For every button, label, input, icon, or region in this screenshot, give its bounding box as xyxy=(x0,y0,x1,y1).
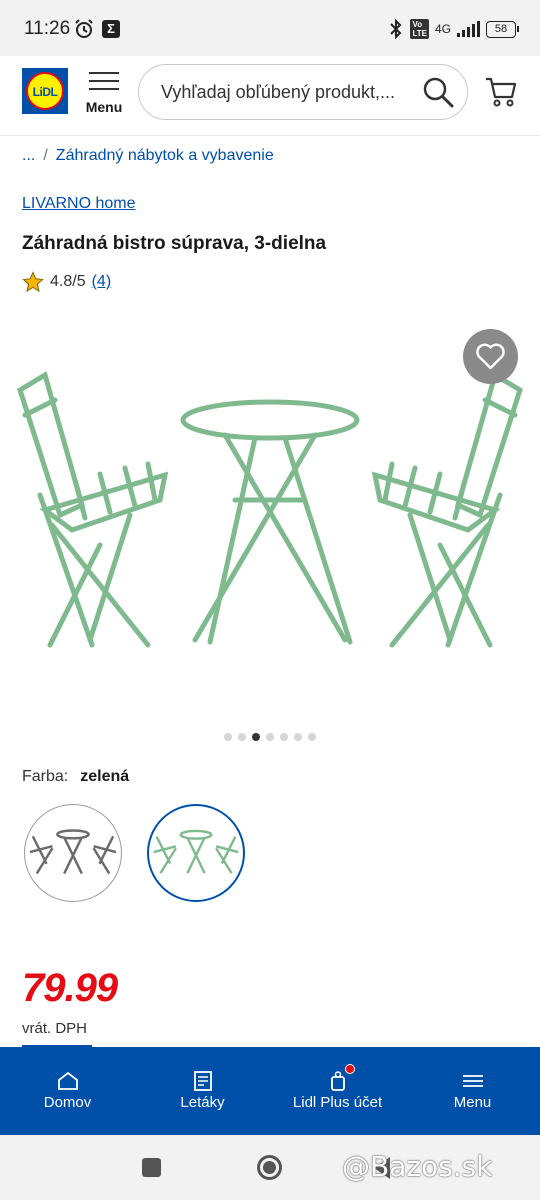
gallery-pagination[interactable] xyxy=(224,733,316,741)
gallery-dot[interactable] xyxy=(308,733,316,741)
search-icon[interactable] xyxy=(421,75,455,109)
search-placeholder: Vyhľadaj obľúbený produkt,... xyxy=(161,82,395,102)
review-count-link[interactable]: (4) xyxy=(92,273,112,291)
green-furniture-thumbnail xyxy=(153,829,239,874)
gallery-dot[interactable] xyxy=(252,733,260,741)
grey-furniture-thumbnail xyxy=(29,829,117,875)
menu-icon xyxy=(462,1075,483,1087)
wishlist-button[interactable] xyxy=(463,329,518,384)
watermark-text: @Bazos.sk xyxy=(342,1150,493,1183)
nav-home-label: Domov xyxy=(43,1094,92,1111)
status-bar: 11:26 Σ Vo LTE 4G 58 xyxy=(0,0,540,56)
gallery-dot[interactable] xyxy=(280,733,288,741)
notification-badge xyxy=(344,1064,355,1074)
color-selector-label: Farba: zelená xyxy=(22,768,129,786)
hamburger-icon xyxy=(89,72,119,96)
product-image xyxy=(17,371,523,648)
heart-icon xyxy=(476,343,505,370)
gallery-dot[interactable] xyxy=(224,733,232,741)
volte-icon: Vo LTE xyxy=(410,19,429,39)
breadcrumb: ... / Záhradný nábytok a vybavenie xyxy=(22,147,274,165)
lidl-plus-icon xyxy=(330,1071,345,1091)
nav-lidl-plus-label: Lidl Plus účet xyxy=(292,1094,383,1111)
color-swatch-green[interactable] xyxy=(147,804,245,902)
breadcrumb-category-link[interactable]: Záhradný nábytok a vybavenie xyxy=(56,147,274,164)
logo-text: LiDL xyxy=(32,85,58,99)
star-icon xyxy=(22,271,44,292)
product-rating: 4.8/5 (4) xyxy=(22,270,111,294)
search-input[interactable]: Vyhľadaj obľúbený produkt,... xyxy=(138,64,468,120)
product-title: Záhradná bistro súprava, 3-dielna xyxy=(22,233,327,254)
alarm-icon xyxy=(75,19,93,38)
nav-lidl-plus[interactable]: Lidl Plus účet xyxy=(270,1047,405,1135)
nav-leaflets[interactable]: Letáky xyxy=(135,1047,270,1135)
status-indicators: Vo LTE 4G 58 xyxy=(388,18,519,40)
nav-menu-label: Menu xyxy=(453,1094,492,1111)
product-price: 79.99 xyxy=(22,966,118,1010)
recent-apps-button[interactable] xyxy=(142,1158,161,1177)
network-type: 4G xyxy=(434,22,451,36)
price-vat-note: vrát. DPH xyxy=(22,1020,88,1037)
color-label: Farba: xyxy=(22,768,69,785)
app-header: LiDL Menu Vyhľadaj obľúbený produkt,... xyxy=(0,56,540,136)
signal-icon xyxy=(457,21,480,37)
color-swatch-grey[interactable] xyxy=(24,804,122,902)
status-time: 11:26 xyxy=(24,18,71,39)
battery-icon: 58 xyxy=(486,20,519,38)
lidl-logo[interactable]: LiDL xyxy=(22,68,68,114)
gallery-dot[interactable] xyxy=(238,733,246,741)
breadcrumb-ellipsis[interactable]: ... xyxy=(22,147,35,164)
breadcrumb-separator: / xyxy=(43,147,48,164)
home-icon xyxy=(57,1071,78,1090)
bottom-navigation: Domov Letáky Lidl Plus účet Menu xyxy=(0,1047,540,1135)
gallery-dot[interactable] xyxy=(266,733,274,741)
brand-link[interactable]: LIVARNO home xyxy=(22,195,136,213)
logo-ring: LiDL xyxy=(26,72,64,110)
leaflet-icon xyxy=(193,1071,212,1091)
header-menu-button[interactable]: Menu xyxy=(84,68,124,118)
nav-menu[interactable]: Menu xyxy=(405,1047,540,1135)
home-button[interactable] xyxy=(257,1155,282,1180)
app-screen: 11:26 Σ Vo LTE 4G 58 LiDL Menu Vyhľadaj … xyxy=(0,0,540,1200)
color-value: zelená xyxy=(80,768,130,785)
product-image-gallery[interactable] xyxy=(0,320,540,720)
header-menu-label: Menu xyxy=(85,99,123,115)
nav-home[interactable]: Domov xyxy=(0,1047,135,1135)
cart-icon[interactable] xyxy=(484,74,518,108)
gallery-dot[interactable] xyxy=(294,733,302,741)
nav-leaflets-label: Letáky xyxy=(180,1094,225,1111)
sigma-app-icon: Σ xyxy=(102,20,120,38)
bluetooth-icon xyxy=(390,19,402,39)
rating-value: 4.8/5 xyxy=(50,273,86,290)
